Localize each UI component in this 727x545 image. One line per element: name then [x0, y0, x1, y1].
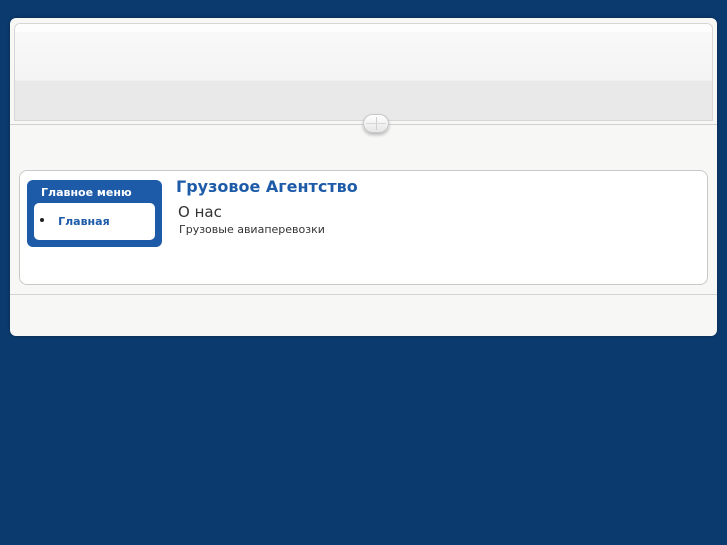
bullet-icon	[40, 217, 44, 222]
header-highlight	[15, 24, 712, 32]
header-banner	[14, 23, 713, 121]
site-title[interactable]: Грузовое Агентство	[176, 177, 358, 196]
main-menu-title: Главное меню	[41, 186, 132, 199]
menu-item-home[interactable]: Главная	[40, 210, 110, 229]
page-heading: О нас	[178, 203, 222, 221]
page-subtext: Грузовые авиаперевозки	[179, 223, 325, 236]
main-menu-list: Главная	[34, 203, 155, 240]
footer-divider	[10, 294, 717, 295]
menu-link-home[interactable]: Главная	[58, 215, 110, 228]
page-container: Главное меню Главная Грузовое Агентство …	[10, 18, 717, 336]
main-menu: Главное меню Главная	[27, 180, 162, 247]
header-toggle-knob[interactable]	[363, 114, 389, 133]
content-area: Главное меню Главная Грузовое Агентство …	[19, 170, 708, 285]
